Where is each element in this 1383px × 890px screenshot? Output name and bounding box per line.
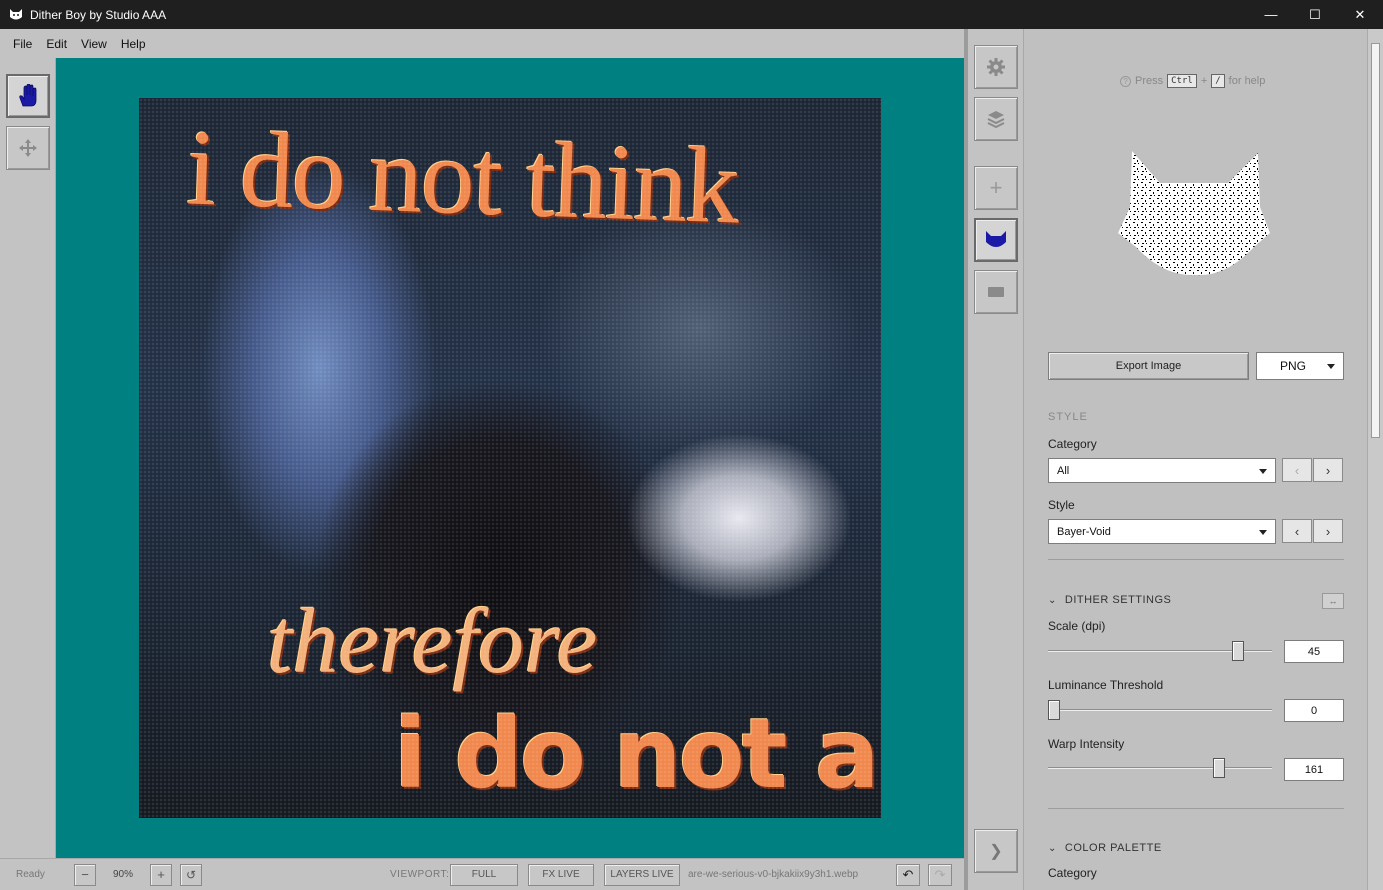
category-next-button[interactable]: › xyxy=(1313,458,1343,482)
undo-button[interactable]: ↶ xyxy=(896,863,920,886)
minimize-button[interactable]: — xyxy=(1248,0,1294,29)
style-prev-button[interactable]: ‹ xyxy=(1282,519,1312,543)
hand-icon xyxy=(19,84,37,107)
image-text-line-1: i do not think xyxy=(185,108,740,247)
viewport-full-button[interactable]: FULL xyxy=(450,863,518,886)
canvas-area[interactable]: i do not think therefore i do not ar xyxy=(56,58,964,858)
menu-bar: File Edit View Help xyxy=(0,29,968,58)
category-value: All xyxy=(1057,464,1070,477)
move-tool-button[interactable] xyxy=(6,126,50,170)
export-format-value: PNG xyxy=(1279,359,1306,373)
divider xyxy=(1048,559,1344,560)
dithered-image[interactable]: i do not think therefore i do not ar xyxy=(139,98,881,818)
ctrl-key: Ctrl xyxy=(1167,74,1197,88)
layers-tab-button[interactable] xyxy=(974,97,1018,141)
settings-panel: ? Press Ctrl + / for help Export Image P… xyxy=(1024,29,1367,890)
style-label: Style xyxy=(1048,498,1075,512)
slider-thumb[interactable] xyxy=(1232,641,1244,661)
menu-view[interactable]: View xyxy=(74,37,114,51)
close-button[interactable]: ✕ xyxy=(1337,0,1383,29)
palette-category-label: Category xyxy=(1048,866,1097,880)
status-text: Ready xyxy=(16,869,45,880)
menu-edit[interactable]: Edit xyxy=(39,37,74,51)
chevron-down-icon xyxy=(1259,468,1267,474)
slash-key: / xyxy=(1211,74,1225,88)
style-select[interactable]: Bayer-Void xyxy=(1048,519,1276,544)
zoom-in-button[interactable]: + xyxy=(150,863,172,886)
maximize-button[interactable]: ☐ xyxy=(1292,0,1338,29)
style-section-heading: STYLE xyxy=(1048,411,1088,423)
help-circle-icon: ? xyxy=(1120,75,1131,87)
redo-button[interactable]: ↷ xyxy=(928,863,952,886)
layers-icon xyxy=(987,111,1005,129)
viewport-label: VIEWPORT: xyxy=(390,869,450,880)
color-palette-header[interactable]: ⌄ COLOR PALETTE xyxy=(1048,842,1162,854)
category-prev-button[interactable]: ‹ xyxy=(1282,458,1312,482)
warp-label: Warp Intensity xyxy=(1048,737,1125,751)
slider-track xyxy=(1048,767,1272,769)
chevron-down-icon xyxy=(1327,364,1335,369)
help-hint: ? Press Ctrl + / for help xyxy=(1120,74,1265,88)
panel-scrollbar[interactable] xyxy=(1367,29,1383,890)
warp-value-input[interactable]: 161 xyxy=(1284,758,1344,781)
warp-slider[interactable] xyxy=(1048,758,1272,778)
fx-live-button[interactable]: FX LIVE xyxy=(528,863,594,886)
menu-file[interactable]: File xyxy=(6,37,39,51)
image-text-line-3: i do not ar xyxy=(394,698,881,810)
add-button[interactable]: + xyxy=(974,166,1018,210)
scrollbar-thumb[interactable] xyxy=(1371,43,1380,438)
status-bar: Ready − 90% + ↺ VIEWPORT: FULL FX LIVE L… xyxy=(0,858,968,890)
hand-tool-button[interactable] xyxy=(6,74,50,118)
dither-reset-button[interactable]: ↔ xyxy=(1322,593,1344,609)
help-plus-text: + xyxy=(1200,75,1208,87)
dither-settings-title: DITHER SETTINGS xyxy=(1064,594,1172,606)
left-toolbar xyxy=(0,58,56,858)
slider-track xyxy=(1048,709,1272,711)
slider-thumb[interactable] xyxy=(1048,700,1060,720)
dither-settings-header[interactable]: ⌄ DITHER SETTINGS xyxy=(1048,594,1171,606)
window-title: Dither Boy by Studio AAA xyxy=(30,7,167,22)
style-value: Bayer-Void xyxy=(1057,525,1111,538)
luminance-slider[interactable] xyxy=(1048,700,1272,720)
scale-value-input[interactable]: 45 xyxy=(1284,640,1344,663)
reset-zoom-button[interactable]: ↺ xyxy=(180,863,202,886)
dither-tab-button[interactable] xyxy=(974,218,1018,262)
luminance-value-input[interactable]: 0 xyxy=(1284,699,1344,722)
title-bar: Dither Boy by Studio AAA — ☐ ✕ xyxy=(0,0,1383,29)
dither-cat-logo xyxy=(1118,151,1270,276)
chevron-down-icon: ⌄ xyxy=(1048,594,1057,606)
scale-slider[interactable] xyxy=(1048,641,1272,661)
luminance-label: Luminance Threshold xyxy=(1048,678,1164,692)
zoom-out-button[interactable]: − xyxy=(74,863,96,886)
chevron-down-icon xyxy=(1259,529,1267,535)
zoom-level: 90% xyxy=(112,869,133,880)
cat-head-icon xyxy=(986,231,1006,247)
menu-help[interactable]: Help xyxy=(114,37,153,51)
style-next-button[interactable]: › xyxy=(1313,519,1343,543)
divider xyxy=(1048,808,1344,809)
image-text-line-2: therefore xyxy=(267,590,598,692)
file-name: are-we-serious-v0-bjkakiix9y3h1.webp xyxy=(688,869,859,880)
gear-icon xyxy=(987,58,1005,76)
move-icon xyxy=(19,139,37,157)
settings-tab-button[interactable] xyxy=(974,45,1018,89)
export-format-select[interactable]: PNG xyxy=(1256,352,1344,380)
collapse-panel-button[interactable]: ❯ xyxy=(974,829,1018,873)
cat-logo-icon xyxy=(10,8,22,19)
help-press-text: Press xyxy=(1135,75,1164,87)
rectangle-icon xyxy=(988,287,1004,297)
layers-live-button[interactable]: LAYERS LIVE xyxy=(604,863,680,886)
color-palette-title: COLOR PALETTE xyxy=(1064,842,1162,854)
slider-thumb[interactable] xyxy=(1213,758,1225,778)
export-image-button[interactable]: Export Image xyxy=(1048,352,1249,380)
category-select[interactable]: All xyxy=(1048,458,1276,483)
chevron-down-icon: ⌄ xyxy=(1048,842,1057,854)
image-tab-button[interactable] xyxy=(974,270,1018,314)
scale-label: Scale (dpi) xyxy=(1048,619,1106,633)
app-window: Dither Boy by Studio AAA — ☐ ✕ File Edit… xyxy=(0,0,1383,890)
help-post-text: for help xyxy=(1228,75,1266,87)
panel-tabs-bar: + ❯ xyxy=(968,29,1024,890)
category-label: Category xyxy=(1048,437,1097,451)
